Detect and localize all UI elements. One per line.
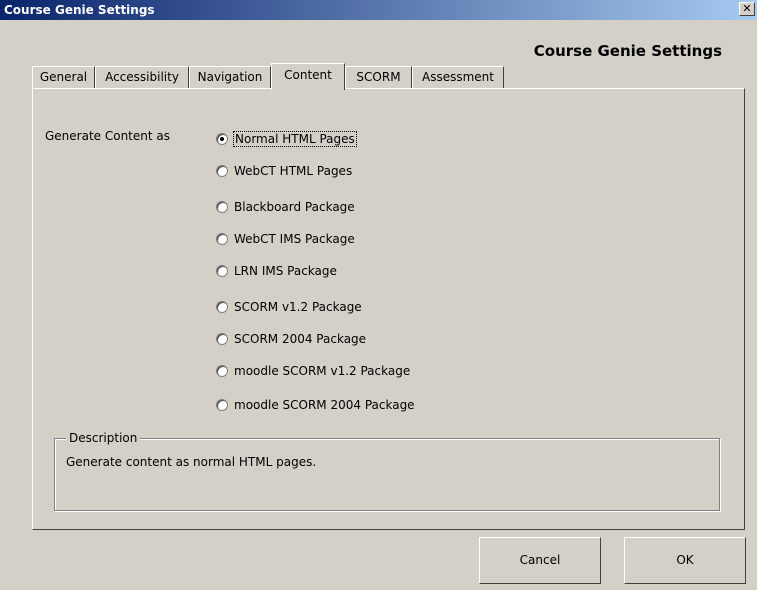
radio-label: WebCT IMS Package xyxy=(234,232,355,246)
radio-moodle-scorm-2004[interactable]: moodle SCORM 2004 Package xyxy=(216,396,415,414)
tab-general[interactable]: General xyxy=(32,66,95,89)
radio-checked-icon[interactable] xyxy=(216,133,228,145)
title-bar: Course Genie Settings ✕ xyxy=(0,0,757,20)
radio-label: Normal HTML Pages xyxy=(233,131,357,147)
page-title: Course Genie Settings xyxy=(533,42,722,60)
close-button[interactable]: ✕ xyxy=(739,2,755,16)
description-text: Generate content as normal HTML pages. xyxy=(66,455,317,469)
description-groupbox xyxy=(54,438,720,511)
radio-lrn-ims[interactable]: LRN IMS Package xyxy=(216,262,337,280)
radio-scorm-12[interactable]: SCORM v1.2 Package xyxy=(216,298,362,316)
radio-icon[interactable] xyxy=(216,365,228,377)
tab-accessibility[interactable]: Accessibility xyxy=(95,66,189,89)
tab-assessment[interactable]: Assessment xyxy=(412,66,504,89)
radio-icon[interactable] xyxy=(216,201,228,213)
radio-blackboard[interactable]: Blackboard Package xyxy=(216,198,355,216)
tab-navigation[interactable]: Navigation xyxy=(189,66,271,89)
radio-label: Blackboard Package xyxy=(234,200,355,214)
radio-icon[interactable] xyxy=(216,265,228,277)
radio-icon[interactable] xyxy=(216,233,228,245)
cancel-button[interactable]: Cancel xyxy=(479,537,601,584)
tab-content[interactable]: Content xyxy=(271,63,345,90)
radio-icon[interactable] xyxy=(216,165,228,177)
radio-label: moodle SCORM 2004 Package xyxy=(234,398,415,412)
description-legend: Description xyxy=(66,431,141,445)
close-icon: ✕ xyxy=(742,2,752,15)
radio-scorm-2004[interactable]: SCORM 2004 Package xyxy=(216,330,366,348)
radio-icon[interactable] xyxy=(216,301,228,313)
radio-icon[interactable] xyxy=(216,399,228,411)
radio-webct-html[interactable]: WebCT HTML Pages xyxy=(216,162,352,180)
ok-button[interactable]: OK xyxy=(624,537,746,584)
radio-label: WebCT HTML Pages xyxy=(234,164,353,178)
radio-webct-ims[interactable]: WebCT IMS Package xyxy=(216,230,355,248)
tab-scorm[interactable]: SCORM xyxy=(345,66,412,89)
radio-label: moodle SCORM v1.2 Package xyxy=(234,364,411,378)
radio-icon[interactable] xyxy=(216,333,228,345)
radio-moodle-scorm-12[interactable]: moodle SCORM v1.2 Package xyxy=(216,362,410,380)
window-title: Course Genie Settings xyxy=(4,3,155,17)
radio-label: SCORM 2004 Package xyxy=(234,332,367,346)
radio-normal-html[interactable]: Normal HTML Pages xyxy=(216,130,357,148)
generate-content-label: Generate Content as xyxy=(45,129,171,143)
radio-label: SCORM v1.2 Package xyxy=(234,300,362,314)
radio-label: LRN IMS Package xyxy=(234,264,337,278)
